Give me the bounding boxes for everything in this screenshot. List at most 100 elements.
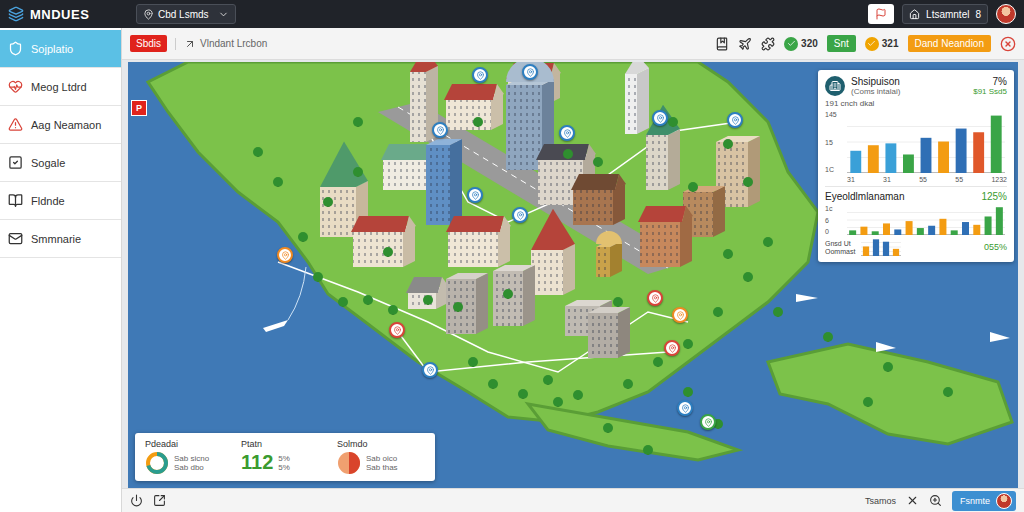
logo[interactable]: MNDUES <box>8 6 126 22</box>
panel-change: 7% <box>993 76 1007 87</box>
stat-line: 5% <box>278 463 290 472</box>
sidebar-item-icon <box>8 193 23 208</box>
footer: TsamosFsnmte <box>122 488 1024 512</box>
power-icon[interactable] <box>130 494 143 507</box>
pin-icon <box>656 114 665 123</box>
pin-icon <box>436 126 445 135</box>
book-icon[interactable] <box>715 37 729 51</box>
tree <box>353 117 363 127</box>
pin-icon <box>526 68 535 77</box>
map[interactable]: P Shsipuison(Coms intalai)7%$91 Ssd5191 c… <box>128 62 1018 488</box>
axis-tick: 55 <box>919 176 927 183</box>
map-pin[interactable] <box>277 247 293 263</box>
location-icon <box>143 9 154 20</box>
action-button[interactable]: Dand Neandion <box>908 35 992 52</box>
pin-icon <box>281 251 290 260</box>
pin-icon <box>668 344 677 353</box>
action-button[interactable]: Snt <box>827 35 856 52</box>
user-button[interactable]: Ltsamntel8 <box>902 4 988 24</box>
counter-dot <box>865 37 879 51</box>
stat-line: Sab dbo <box>174 463 209 472</box>
stat-label: Solmdo <box>337 439 425 449</box>
pin-icon <box>516 211 525 220</box>
footer-button[interactable]: Fsnmte <box>952 491 1016 511</box>
stat-label: Pdeadai <box>145 439 233 449</box>
axis-tick: 31 <box>883 176 891 183</box>
map-pin[interactable] <box>559 125 575 141</box>
map-pin[interactable] <box>677 400 693 416</box>
tree <box>743 272 753 282</box>
map-pin[interactable] <box>727 112 743 128</box>
plane-icon[interactable] <box>738 37 752 51</box>
tree <box>683 339 693 349</box>
map-pin[interactable] <box>512 207 528 223</box>
mini-bar-chart <box>861 238 901 256</box>
map-pin[interactable] <box>522 64 538 80</box>
chart-bar <box>868 145 879 173</box>
puzzle-icon[interactable] <box>761 37 775 51</box>
zoom-icon[interactable] <box>929 494 942 507</box>
chart-bar <box>973 225 980 235</box>
tree <box>593 157 603 167</box>
building <box>406 277 449 309</box>
summary-panel: Shsipuison(Coms intalai)7%$91 Ssd5191 cn… <box>818 70 1014 262</box>
building <box>596 231 622 277</box>
mini-change: 055% <box>984 242 1007 252</box>
tree <box>613 297 623 307</box>
user-avatar[interactable] <box>996 4 1016 24</box>
chart-bar <box>863 246 869 256</box>
map-pin[interactable] <box>664 340 680 356</box>
stat: Pdeadai Sab sicnoSab dbo <box>145 439 233 475</box>
map-pin[interactable] <box>647 290 663 306</box>
chart-bar <box>991 116 1002 173</box>
chart-bar <box>894 229 901 235</box>
sidebar-item[interactable]: Aag Neamaon <box>0 106 121 144</box>
workspace-select[interactable]: Cbd Lsmds <box>136 4 236 24</box>
close-circle-icon[interactable] <box>1000 36 1016 52</box>
tree <box>323 197 333 207</box>
map-pin[interactable] <box>472 67 488 83</box>
map-flag-label[interactable]: P <box>131 100 147 116</box>
axis-tick: 1232 <box>991 176 1007 183</box>
axis-tick: 31 <box>847 176 855 183</box>
export-icon[interactable] <box>153 494 166 507</box>
map-pin[interactable] <box>700 414 716 430</box>
chart-bar <box>951 230 958 235</box>
sidebar: SojplatioMeog LtdrdAag NeamaonSogaleFldn… <box>0 28 122 512</box>
tree <box>353 167 363 177</box>
primary-button[interactable]: Sbdis <box>130 35 167 52</box>
axis-tick: 1C <box>825 166 843 173</box>
map-pin[interactable] <box>422 362 438 378</box>
map-pin[interactable] <box>389 322 405 338</box>
tree <box>723 249 733 259</box>
sidebar-item[interactable]: Sojplatio <box>0 30 121 68</box>
chart-bar <box>850 151 861 173</box>
sidebar-item-icon <box>8 231 23 246</box>
panel-sub-value: $91 Ssd5 <box>973 87 1007 96</box>
map-pin[interactable] <box>432 122 448 138</box>
pin-icon <box>731 116 740 125</box>
landmass <box>148 62 818 422</box>
map-pin[interactable] <box>652 110 668 126</box>
close-icon[interactable] <box>906 494 919 507</box>
layers-icon <box>8 6 24 22</box>
bar-chart <box>847 111 1005 173</box>
chart-bar <box>921 138 932 173</box>
map-pin[interactable] <box>672 307 688 323</box>
footer-avatar <box>996 493 1012 509</box>
sidebar-item[interactable]: Sogale <box>0 144 121 182</box>
city-icon <box>829 80 841 92</box>
map-pin[interactable] <box>467 187 483 203</box>
tree <box>488 379 498 389</box>
sidebar-item-icon <box>8 79 23 94</box>
chart-bar <box>985 216 992 235</box>
stat-line: Sab sicno <box>174 454 209 463</box>
top-bar: MNDUES Cbd Lsmds Ltsamntel8 <box>0 0 1024 28</box>
alert-button[interactable] <box>868 4 894 24</box>
building <box>446 273 488 334</box>
tree <box>298 232 308 242</box>
sidebar-item[interactable]: Fldnde <box>0 182 121 220</box>
sidebar-item[interactable]: Meog Ltdrd <box>0 68 121 106</box>
sidebar-item[interactable]: Smmnarie <box>0 220 121 258</box>
building <box>444 84 504 130</box>
